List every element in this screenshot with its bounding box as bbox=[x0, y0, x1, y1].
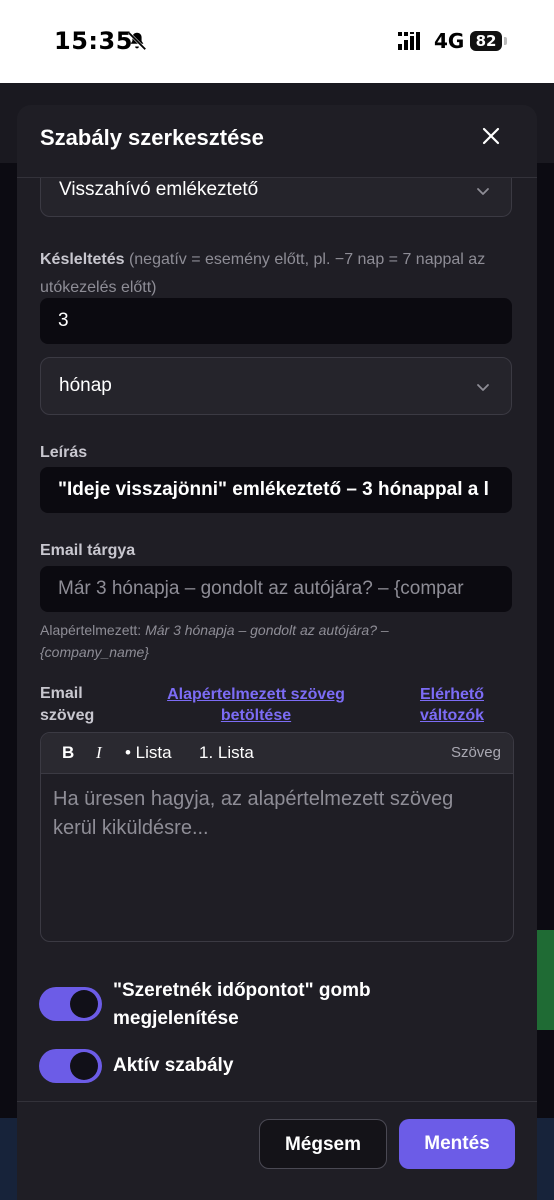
delay-unit-value: hónap bbox=[59, 375, 112, 396]
numbered-list-button[interactable]: 1. Lista bbox=[199, 743, 254, 763]
bold-button[interactable]: B bbox=[62, 743, 74, 763]
active-rule-label: Aktív szabály bbox=[113, 1055, 234, 1076]
chevron-down-icon bbox=[477, 384, 489, 391]
show-appointment-button-toggle[interactable] bbox=[39, 987, 102, 1021]
email-subject-label: Email tárgya bbox=[40, 542, 136, 559]
email-body-textarea[interactable]: Ha üresen hagyja, az alapértelmezett szö… bbox=[53, 785, 493, 843]
save-button[interactable]: Mentés bbox=[399, 1119, 515, 1169]
chevron-down-icon bbox=[477, 188, 489, 195]
description-input[interactable]: "Ideje visszajönni" emlékeztető – 3 hóna… bbox=[40, 467, 512, 513]
show-appointment-button-label: "Szeretnék időpontot" gomb megjelenítése bbox=[113, 980, 371, 1029]
active-rule-toggle[interactable] bbox=[39, 1049, 102, 1083]
delay-label-text: Késleltetés bbox=[40, 251, 125, 268]
italic-button[interactable]: I bbox=[96, 743, 102, 763]
edit-rule-modal: Szabály szerkesztése Visszahívó emlékezt… bbox=[17, 105, 537, 1200]
cancel-button[interactable]: Mégsem bbox=[259, 1119, 387, 1169]
description-label: Leírás bbox=[40, 444, 88, 461]
modal-header: Szabály szerkesztése bbox=[17, 105, 537, 178]
toggle-knob bbox=[70, 990, 98, 1018]
editor-toolbar: B I • Lista 1. Lista Szöveg bbox=[41, 733, 513, 774]
load-default-text-link[interactable]: Alapértelmezett szöveg betöltése bbox=[151, 684, 361, 726]
network-type: 4G bbox=[434, 29, 465, 53]
bell-off-icon bbox=[127, 31, 147, 51]
battery-level: 82 bbox=[470, 31, 502, 51]
available-variables-link[interactable]: Elérhető változók bbox=[407, 684, 497, 726]
rule-type-value: Visszahívó emlékeztető bbox=[59, 179, 259, 200]
email-body-editor: B I • Lista 1. Lista Szöveg Ha üresen ha… bbox=[40, 732, 514, 942]
close-icon[interactable] bbox=[479, 124, 503, 148]
email-body-label: Email szöveg bbox=[40, 685, 95, 724]
email-subject-default: Alapértelmezett: Már 3 hónapja – gondolt… bbox=[40, 619, 500, 663]
battery-icon: 82 bbox=[470, 31, 508, 51]
modal-title: Szabály szerkesztése bbox=[40, 125, 264, 150]
delay-unit-select[interactable]: hónap bbox=[40, 357, 512, 415]
email-subject-input[interactable]: Már 3 hónapja – gondolt az autójára? – {… bbox=[40, 566, 512, 612]
bullet-list-button[interactable]: • Lista bbox=[125, 743, 172, 763]
delay-label: Késleltetés (negatív = esemény előtt, pl… bbox=[40, 246, 500, 302]
signal-icon bbox=[398, 32, 420, 50]
toggle-knob bbox=[70, 1052, 98, 1080]
default-prefix: Alapértelmezett: bbox=[40, 622, 142, 638]
delay-input[interactable]: 3 bbox=[40, 298, 512, 344]
modal-footer: Mégsem Mentés bbox=[17, 1101, 537, 1200]
background-app-accent bbox=[536, 930, 554, 1030]
status-bar: 15:35 4G 82 bbox=[0, 0, 554, 83]
battery-tip bbox=[504, 37, 507, 45]
editor-mode-toggle[interactable]: Szöveg bbox=[451, 744, 501, 761]
status-time: 15:35 bbox=[54, 27, 133, 55]
